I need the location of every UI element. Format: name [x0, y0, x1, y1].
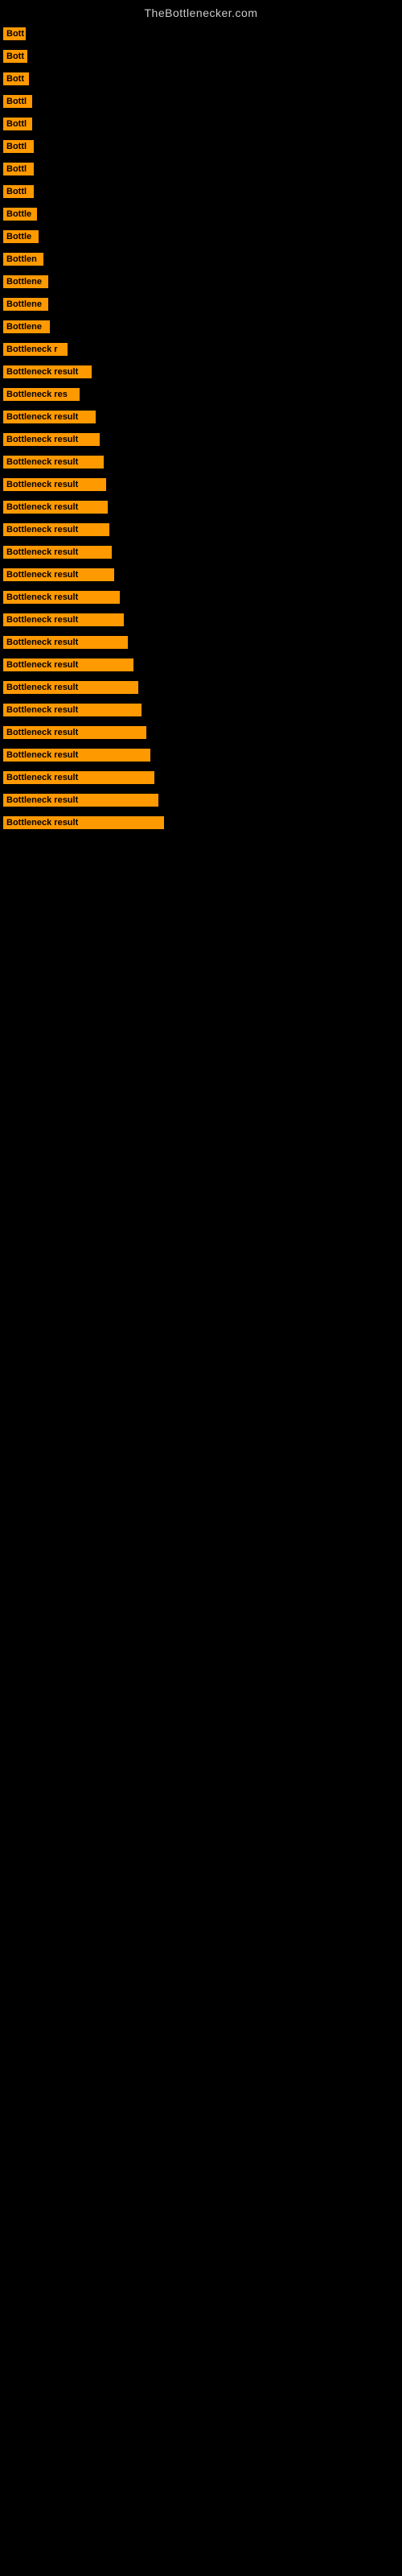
bar-row: Bottleneck result — [0, 361, 402, 383]
bar-label: Bottlene — [3, 275, 48, 288]
bar-label: Bottleneck result — [3, 794, 158, 807]
site-title: TheBottlenecker.com — [0, 0, 402, 23]
bar-row: Bottleneck result — [0, 496, 402, 518]
bar-row: Bottleneck result — [0, 766, 402, 789]
bar-label: Bottleneck r — [3, 343, 68, 356]
bar-row: Bottleneck result — [0, 699, 402, 721]
bar-label: Bottle — [3, 208, 37, 221]
bar-label: Bottleneck result — [3, 681, 138, 694]
bar-row: Bottleneck result — [0, 541, 402, 564]
bar-label: Bottl — [3, 140, 34, 153]
bar-row: Bott — [0, 45, 402, 68]
bar-row: Bottl — [0, 135, 402, 158]
bar-label: Bottleneck result — [3, 501, 108, 514]
bar-label: Bottleneck result — [3, 749, 150, 762]
bar-label: Bottl — [3, 95, 32, 108]
bar-row: Bottleneck result — [0, 564, 402, 586]
bar-row: Bottleneck result — [0, 518, 402, 541]
bar-label: Bottle — [3, 230, 39, 243]
bar-row: Bottleneck result — [0, 451, 402, 473]
bar-label: Bottl — [3, 118, 32, 130]
bar-row: Bottleneck result — [0, 811, 402, 834]
bar-row: Bottleneck result — [0, 473, 402, 496]
bar-row: Bottleneck result — [0, 406, 402, 428]
bar-row: Bott — [0, 23, 402, 45]
bar-label: Bottl — [3, 185, 34, 198]
bar-label: Bottleneck result — [3, 704, 142, 716]
bar-row: Bottleneck result — [0, 654, 402, 676]
bar-label: Bott — [3, 50, 27, 63]
bar-label: Bott — [3, 72, 29, 85]
bar-row: Bottleneck result — [0, 428, 402, 451]
bar-row: Bottle — [0, 203, 402, 225]
bar-row: Bottleneck res — [0, 383, 402, 406]
bar-label: Bottleneck result — [3, 591, 120, 604]
bar-label: Bottleneck result — [3, 613, 124, 626]
bar-row: Bottleneck result — [0, 676, 402, 699]
bar-label: Bottleneck result — [3, 636, 128, 649]
bar-label: Bottleneck result — [3, 726, 146, 739]
bar-label: Bottleneck result — [3, 433, 100, 446]
bar-row: Bottlen — [0, 248, 402, 270]
bar-label: Bottleneck result — [3, 456, 104, 469]
bar-row: Bottlene — [0, 270, 402, 293]
bar-label: Bottlen — [3, 253, 43, 266]
bar-label: Bottleneck result — [3, 478, 106, 491]
bar-label: Bott — [3, 27, 26, 40]
bar-label: Bottleneck result — [3, 816, 164, 829]
bar-row: Bottlene — [0, 316, 402, 338]
bar-row: Bottl — [0, 158, 402, 180]
bar-row: Bottle — [0, 225, 402, 248]
bar-row: Bottleneck result — [0, 586, 402, 609]
bar-row: Bottleneck result — [0, 721, 402, 744]
bar-label: Bottleneck result — [3, 771, 154, 784]
bar-row: Bottleneck result — [0, 609, 402, 631]
bar-row: Bottleneck r — [0, 338, 402, 361]
bar-label: Bottleneck result — [3, 523, 109, 536]
bar-label: Bottleneck res — [3, 388, 80, 401]
bar-label: Bottleneck result — [3, 658, 133, 671]
bar-row: Bottleneck result — [0, 789, 402, 811]
bar-label: Bottleneck result — [3, 411, 96, 423]
bar-label: Bottlene — [3, 320, 50, 333]
bar-row: Bottleneck result — [0, 744, 402, 766]
bar-row: Bottl — [0, 180, 402, 203]
bar-row: Bottl — [0, 113, 402, 135]
bar-label: Bottlene — [3, 298, 48, 311]
bar-label: Bottleneck result — [3, 365, 92, 378]
bars-container: Bott Bott Bott Bottl Bottl Bottl Bottl Bottl Bot… — [0, 23, 402, 834]
bar-row: Bott — [0, 68, 402, 90]
bar-row: Bottleneck result — [0, 631, 402, 654]
bar-label: Bottl — [3, 163, 34, 175]
bar-row: Bottlene — [0, 293, 402, 316]
bar-label: Bottleneck result — [3, 568, 114, 581]
bar-row: Bottl — [0, 90, 402, 113]
bar-label: Bottleneck result — [3, 546, 112, 559]
